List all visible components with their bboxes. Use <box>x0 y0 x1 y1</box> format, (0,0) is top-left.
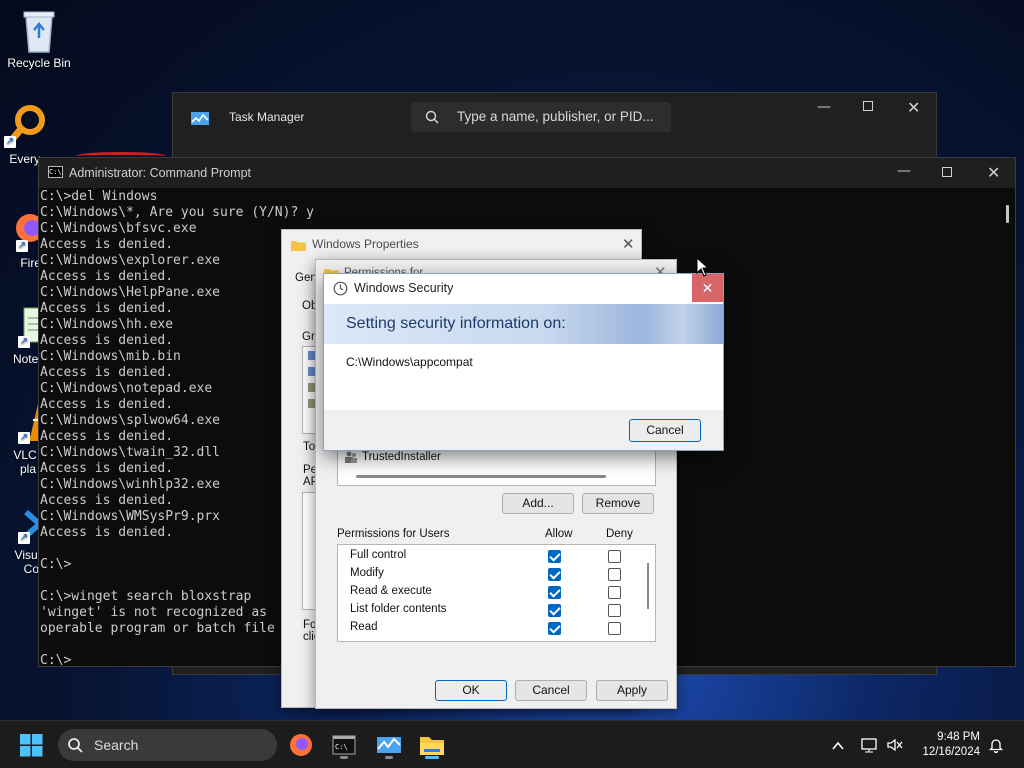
remove-button[interactable]: Remove <box>582 493 654 514</box>
cmd-title: Administrator: Command Prompt <box>69 166 252 180</box>
general-tab[interactable]: Gen <box>295 272 317 284</box>
permissions-list-scrollbar[interactable] <box>647 563 649 609</box>
show-hidden-icons-chevron-up-icon[interactable] <box>831 738 845 752</box>
permission-row-label: List folder contents <box>350 603 447 615</box>
windows-logo-icon <box>20 734 43 757</box>
security-heading: Setting security information on: <box>346 315 566 332</box>
task-manager-title: Task Manager <box>229 110 305 124</box>
cmd-line: C:\Windows\*, Are you sure (Y/N)? y <box>40 205 314 220</box>
task-manager-app-icon <box>191 110 209 125</box>
task-manager-search-input[interactable]: Type a name, publisher, or PID... <box>411 102 671 132</box>
desktop-icon-recycle-bin[interactable]: Recycle Bin <box>1 8 77 70</box>
mouse-cursor-icon <box>696 256 710 277</box>
taskbar-firefox[interactable] <box>285 729 317 761</box>
cmd-minimize-button[interactable]: — <box>897 163 911 179</box>
group-label-fragment: Gr <box>302 331 315 343</box>
search-icon <box>67 737 83 753</box>
recycle-bin-icon <box>17 8 61 53</box>
taskbar-clock[interactable]: 9:48 PM 12/16/2024 <box>922 730 980 760</box>
taskbar: Search C:\ 9:48 PM 12/16/2024 <box>0 720 1024 768</box>
running-indicator <box>425 756 439 759</box>
user-group-icon <box>344 450 358 463</box>
security-cancel-button[interactable]: Cancel <box>629 419 701 442</box>
windows-security-dialog[interactable]: Windows Security ✕ Setting security info… <box>323 273 724 451</box>
permission-row-label: Read <box>350 621 378 633</box>
firefox-icon <box>290 734 312 756</box>
properties-close-button[interactable]: ✕ <box>622 235 635 253</box>
task-manager-maximize-button[interactable] <box>863 101 873 111</box>
magnifier-orange-icon: ↗ <box>2 104 46 148</box>
folder-icon <box>291 238 306 251</box>
volume-muted-icon[interactable] <box>886 737 904 753</box>
cancel-button[interactable]: Cancel <box>515 680 587 701</box>
deny-checkbox[interactable] <box>608 568 621 581</box>
clock-date: 12/16/2024 <box>922 746 980 758</box>
permission-row-label: Modify <box>350 567 384 579</box>
shortcut-arrow-icon: ↗ <box>18 432 30 444</box>
allow-checkbox[interactable] <box>548 550 561 563</box>
taskbar-file-explorer[interactable] <box>416 729 448 761</box>
to-label-fragment: To <box>303 441 316 453</box>
task-manager-close-button[interactable]: ✕ <box>907 98 920 117</box>
allow-checkbox[interactable] <box>548 604 561 617</box>
security-titlebar[interactable]: Windows Security ✕ <box>324 274 723 304</box>
taskbar-search-box[interactable]: Search <box>58 729 277 761</box>
allow-column-header: Allow <box>545 528 573 540</box>
cmd-line: C:\>del Windows <box>40 189 158 204</box>
svg-text:C:\: C:\ <box>335 743 348 751</box>
start-button[interactable] <box>20 734 43 757</box>
shortcut-arrow-icon: ↗ <box>18 532 30 544</box>
properties-title: Windows Properties <box>312 237 419 251</box>
search-icon <box>425 109 439 124</box>
desktop-icon-label: Recycle Bin <box>7 56 71 70</box>
deny-checkbox[interactable] <box>608 550 621 563</box>
security-path: C:\Windows\appcompat <box>346 355 473 369</box>
allow-checkbox[interactable] <box>548 586 561 599</box>
network-icon[interactable] <box>861 737 877 753</box>
taskbar-task-manager[interactable] <box>373 729 405 761</box>
running-indicator <box>340 756 348 759</box>
permission-row-label: Full control <box>350 549 407 561</box>
deny-checkbox[interactable] <box>608 604 621 617</box>
shortcut-arrow-icon: ↗ <box>16 240 28 252</box>
permission-row-label: Read & execute <box>350 585 432 597</box>
cmd-scrollbar[interactable] <box>1006 205 1009 223</box>
add-button[interactable]: Add... <box>502 493 574 514</box>
principal-trustedinstaller[interactable]: TrustedInstaller <box>362 451 441 463</box>
shortcut-arrow-icon: ↗ <box>18 336 30 348</box>
security-title: Windows Security <box>354 281 454 295</box>
security-body: C:\Windows\appcompat <box>324 344 723 410</box>
permissions-list[interactable]: Full control Modify Read & execute List fol… <box>337 544 656 642</box>
running-indicator <box>385 756 393 759</box>
allow-checkbox[interactable] <box>548 622 561 635</box>
security-close-button[interactable]: ✕ <box>692 274 723 302</box>
notification-bell-icon[interactable] <box>988 737 1004 754</box>
taskbar-command-prompt[interactable]: C:\ <box>328 729 360 761</box>
shortcut-arrow-icon: ↗ <box>4 136 16 148</box>
deny-column-header: Deny <box>606 528 633 540</box>
deny-checkbox[interactable] <box>608 586 621 599</box>
security-banner: Setting security information on: <box>324 304 723 344</box>
permissions-for-label: Permissions for Users <box>337 528 450 540</box>
cmd-close-button[interactable]: ✕ <box>987 163 1000 182</box>
clock-time: 9:48 PM <box>937 731 980 743</box>
task-manager-minimize-button[interactable]: — <box>817 99 831 115</box>
principal-list-scrollbar[interactable] <box>356 475 606 478</box>
allow-checkbox[interactable] <box>548 568 561 581</box>
permission-list-fragment <box>302 492 316 610</box>
apply-button[interactable]: Apply <box>596 680 668 701</box>
cmd-maximize-button[interactable] <box>942 167 952 177</box>
cmd-titlebar[interactable]: C:\ Administrator: Command Prompt — ✕ <box>39 158 1015 188</box>
ok-button[interactable]: OK <box>435 680 507 701</box>
deny-checkbox[interactable] <box>608 622 621 635</box>
clock-icon <box>333 281 348 296</box>
cmd-app-icon: C:\ <box>48 166 63 178</box>
